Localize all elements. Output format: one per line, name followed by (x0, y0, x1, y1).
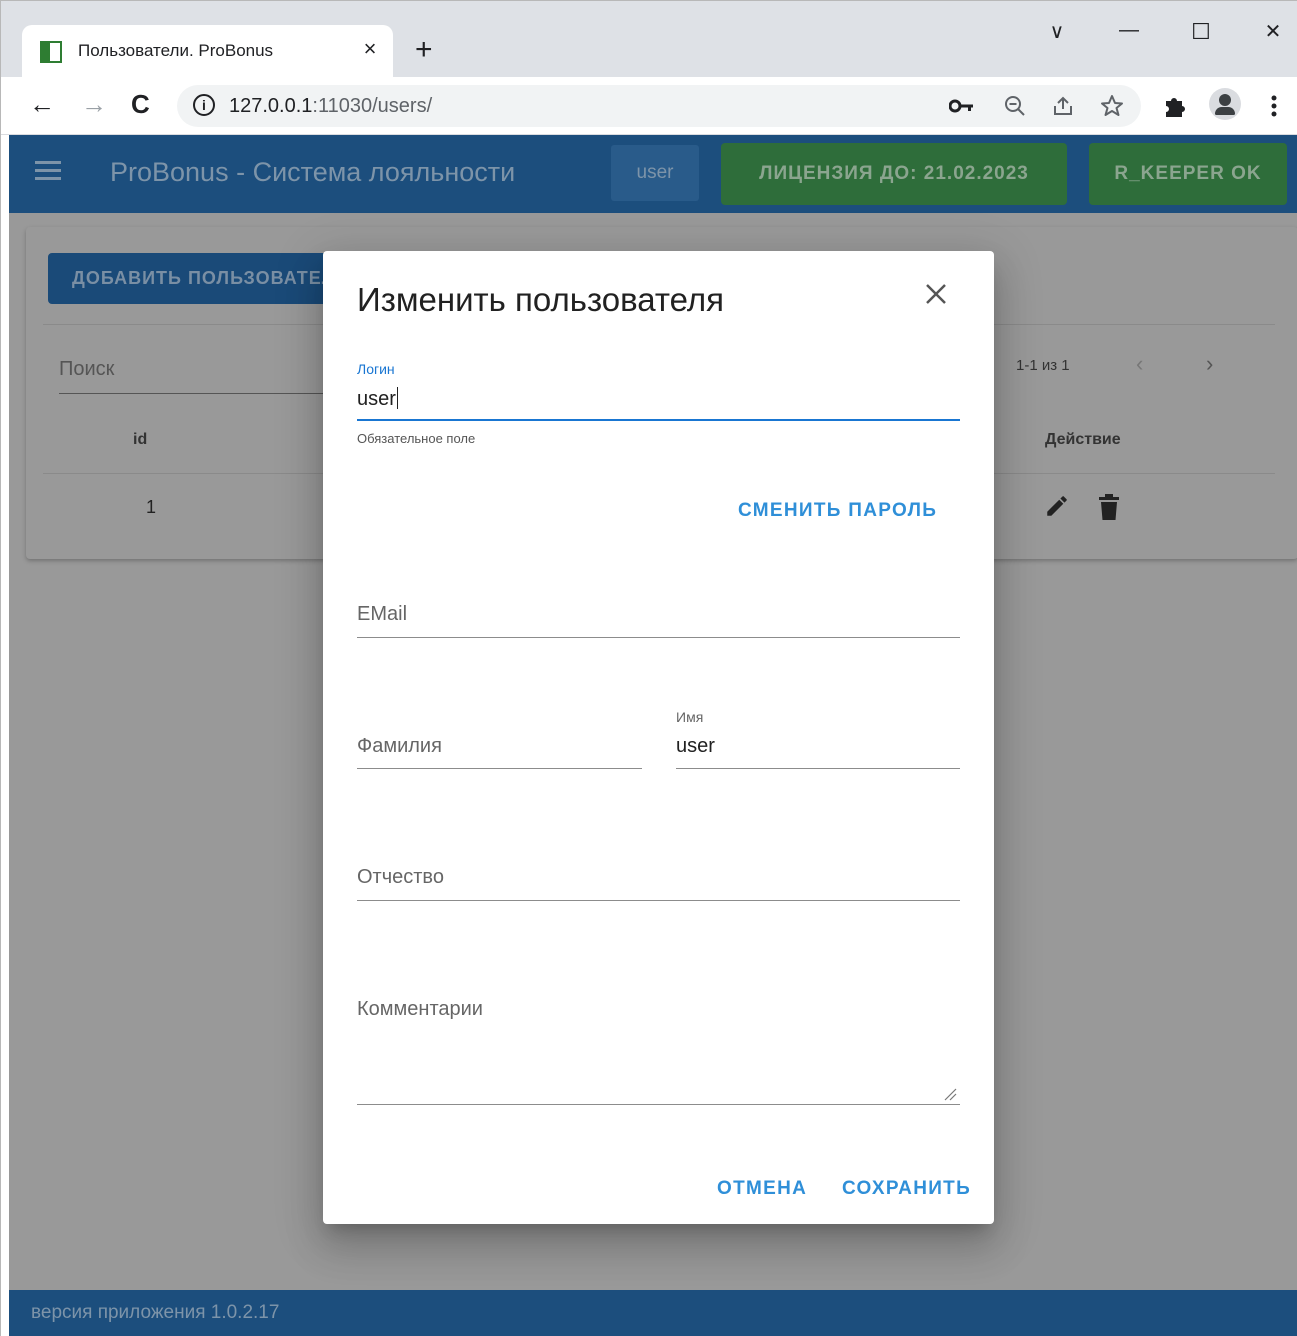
key-icon[interactable] (949, 95, 975, 117)
column-header-id[interactable]: id (133, 431, 147, 449)
firstname-field[interactable]: user (676, 735, 715, 758)
save-button[interactable]: СОХРАНИТЬ (842, 1178, 971, 1200)
share-icon[interactable] (1051, 94, 1075, 118)
address-bar[interactable]: i 127.0.0.1:11030/users/ (177, 85, 1141, 127)
tab-close-icon[interactable]: × (358, 37, 382, 61)
maximize-button[interactable]: ☐ (1181, 19, 1221, 45)
login-underline (357, 419, 960, 421)
column-header-action: Действие (1045, 431, 1121, 448)
app-title: ProBonus - Система лояльности (110, 157, 516, 187)
browser-window: Пользователи. ProBonus × + ∨ — ☐ ✕ ← → C… (0, 0, 1297, 1336)
rkeeper-status-button[interactable]: R_KEEPER OK (1089, 143, 1287, 205)
close-icon[interactable] (921, 279, 951, 309)
browser-toolbar: ← → C i 127.0.0.1:11030/users/ (1, 77, 1297, 135)
delete-icon[interactable] (1098, 493, 1120, 521)
edit-user-dialog: Изменить пользователя Логин user Обязате… (323, 251, 994, 1224)
current-user-button[interactable]: user (611, 145, 699, 201)
comments-underline (357, 1104, 960, 1105)
tab-search-icon[interactable]: ∨ (1037, 19, 1077, 44)
menu-icon[interactable] (1269, 93, 1279, 119)
search-underline (59, 393, 359, 394)
new-tab-button[interactable]: + (415, 35, 433, 65)
comments-textarea[interactable]: Комментарии (357, 998, 483, 1021)
star-icon[interactable] (1099, 93, 1125, 119)
email-underline (357, 637, 960, 638)
firstname-underline (676, 768, 960, 769)
login-input[interactable]: user (357, 387, 398, 411)
change-password-button[interactable]: СМЕНИТЬ ПАРОЛЬ (738, 500, 937, 522)
tab-title: Пользователи. ProBonus (78, 41, 274, 60)
search-input[interactable]: Поиск (59, 358, 114, 381)
forward-icon[interactable]: → (81, 89, 107, 119)
table-cell-id: 1 (146, 497, 157, 517)
site-info-icon[interactable]: i (193, 94, 215, 116)
login-hint: Обязательное поле (357, 431, 476, 446)
app-footer: версия приложения 1.0.2.17 (9, 1290, 1297, 1336)
cancel-button[interactable]: ОТМЕНА (717, 1178, 807, 1200)
back-icon[interactable]: ← (29, 89, 55, 119)
edit-icon[interactable] (1044, 493, 1070, 519)
app-bar: ProBonus - Система лояльности user ЛИЦЕН… (9, 135, 1297, 213)
middlename-underline (357, 900, 960, 901)
license-button[interactable]: ЛИЦЕНЗИЯ ДО: 21.02.2023 (721, 143, 1067, 205)
add-user-button[interactable]: ДОБАВИТЬ ПОЛЬЗОВАТЕЛЯ (48, 253, 368, 304)
firstname-label: Имя (676, 709, 704, 725)
minimize-button[interactable]: — (1109, 19, 1149, 42)
hamburger-menu-icon[interactable] (35, 161, 61, 181)
resize-grip-icon[interactable] (943, 1087, 957, 1101)
dialog-title: Изменить пользователя (357, 281, 724, 318)
middlename-field[interactable]: Отчество (357, 866, 444, 889)
url-text: 127.0.0.1:11030/users/ (229, 95, 433, 117)
login-label: Логин (357, 361, 395, 377)
next-page-icon[interactable]: › (1206, 351, 1213, 377)
favicon-icon (40, 41, 62, 63)
tab-strip: Пользователи. ProBonus × + ∨ — ☐ ✕ (1, 1, 1297, 77)
close-window-button[interactable]: ✕ (1253, 19, 1293, 44)
email-field[interactable]: EMail (357, 603, 407, 626)
profile-icon[interactable] (1209, 88, 1241, 120)
app-version: версия приложения 1.0.2.17 (31, 1302, 280, 1323)
lastname-field[interactable]: Фамилия (357, 735, 442, 758)
zoom-icon[interactable] (1003, 94, 1027, 118)
extensions-icon[interactable] (1161, 93, 1187, 119)
browser-tab[interactable]: Пользователи. ProBonus × (22, 25, 393, 77)
lastname-underline (357, 768, 642, 769)
prev-page-icon[interactable]: ‹ (1136, 351, 1143, 377)
reload-icon[interactable]: C (131, 89, 150, 119)
pagination-info: 1-1 из 1 (1016, 357, 1070, 374)
